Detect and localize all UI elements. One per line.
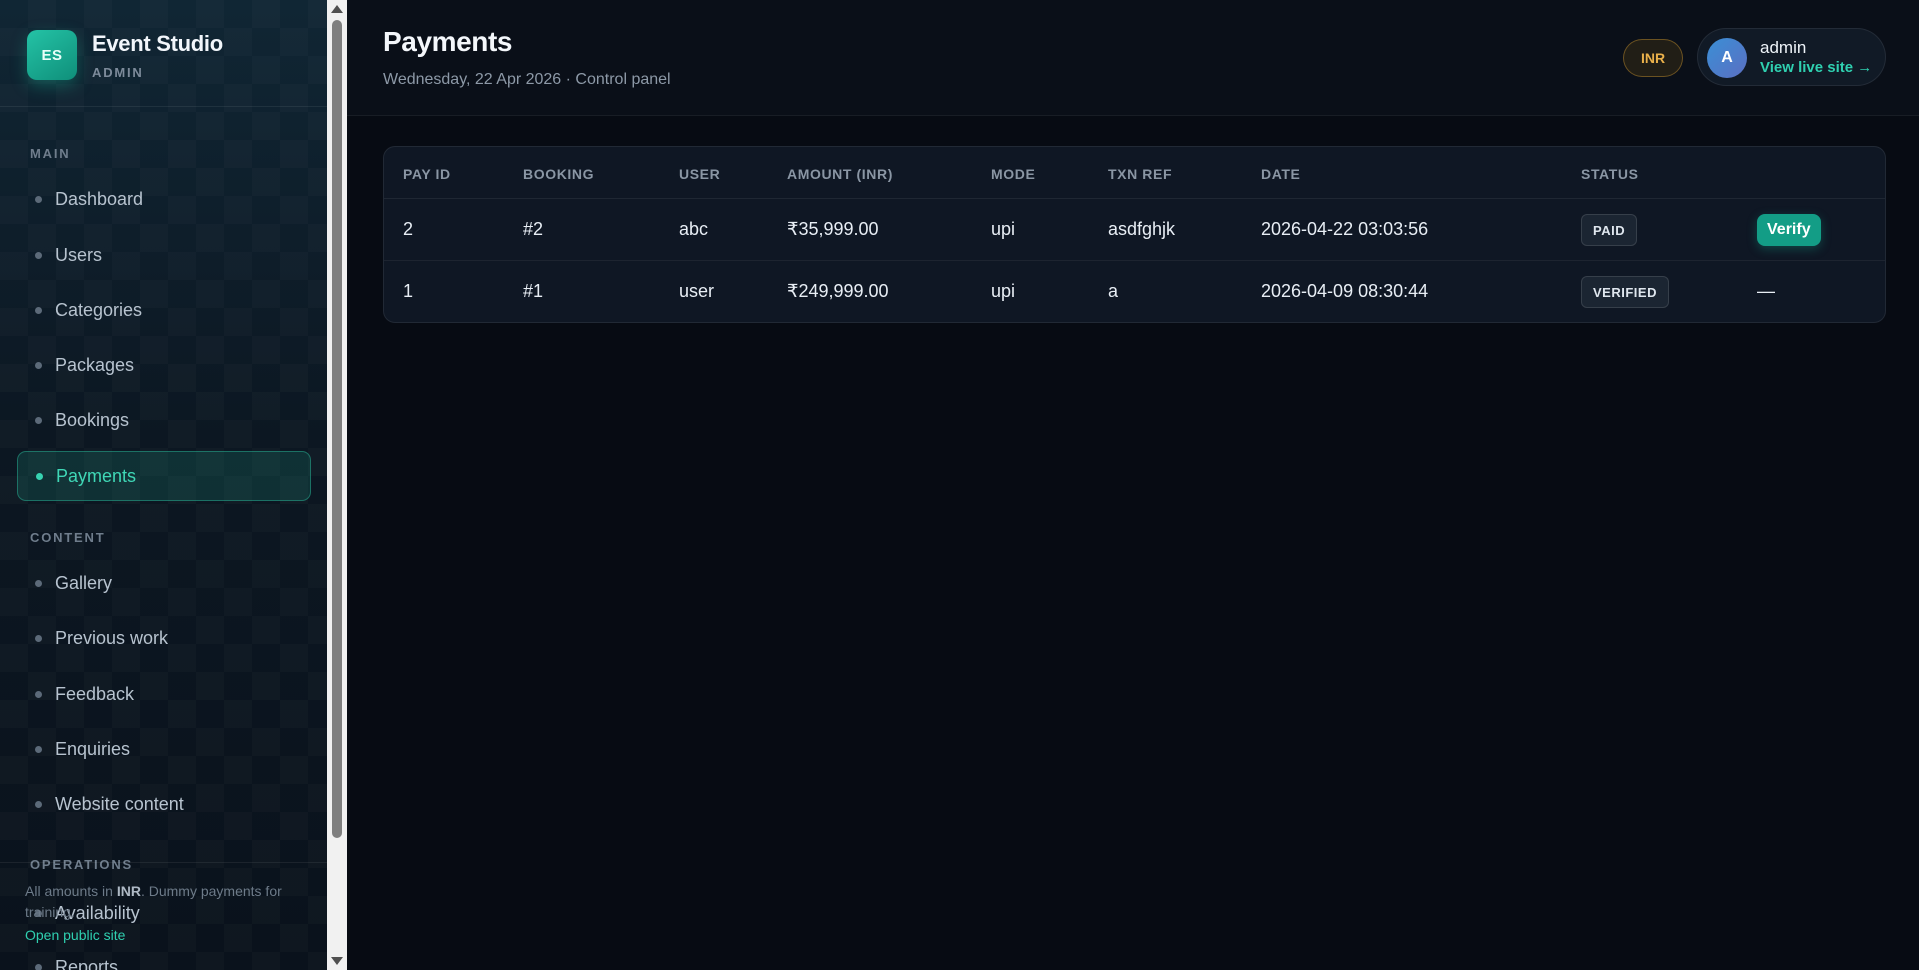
sidebar-item-website-content[interactable]: Website content bbox=[17, 779, 311, 829]
table-header: PAY ID BOOKING USER AMOUNT (INR) MODE TX… bbox=[384, 147, 1885, 199]
cell-amount: ₹249,999.00 bbox=[787, 281, 889, 301]
sidebar-item-label: Payments bbox=[56, 465, 137, 486]
sidebar-item-users[interactable]: Users bbox=[17, 230, 311, 280]
status-badge: VERIFIED bbox=[1581, 276, 1669, 308]
sidebar-item-payments[interactable]: Payments bbox=[17, 451, 311, 501]
sidebar-item-label: Gallery bbox=[55, 572, 113, 593]
scroll-thumb[interactable] bbox=[332, 20, 342, 838]
sidebar: ES Event Studio ADMIN MAIN Dashboard Use… bbox=[0, 0, 327, 970]
bullet-icon bbox=[36, 472, 43, 480]
cell-txn-ref: a bbox=[1108, 281, 1119, 301]
verify-button[interactable]: Verify bbox=[1757, 214, 1821, 246]
cell-pay-id: 2 bbox=[403, 219, 414, 239]
footer-note-prefix: All amounts in bbox=[25, 883, 117, 899]
bullet-icon bbox=[35, 251, 42, 259]
page-title: Payments bbox=[383, 26, 513, 57]
currency-badge: INR bbox=[1623, 39, 1683, 77]
cell-booking: #2 bbox=[523, 219, 544, 239]
cell-amount: ₹35,999.00 bbox=[787, 219, 879, 239]
sidebar-scrollbar[interactable] bbox=[327, 0, 347, 970]
open-public-site-link[interactable]: Open public site bbox=[25, 927, 125, 943]
column-header-mode: MODE bbox=[991, 166, 1036, 182]
sidebar-item-dashboard[interactable]: Dashboard bbox=[17, 174, 311, 224]
column-header-pay-id: PAY ID bbox=[403, 166, 451, 182]
sidebar-item-label: Bookings bbox=[55, 409, 130, 430]
sidebar-item-label: Previous work bbox=[55, 627, 169, 648]
brand-header: ES Event Studio ADMIN bbox=[0, 0, 327, 107]
view-live-site-link[interactable]: View live site → bbox=[1760, 59, 1872, 76]
user-chip[interactable]: A admin View live site → bbox=[1697, 28, 1886, 86]
brand-logo[interactable]: ES bbox=[27, 30, 77, 80]
cell-txn-ref: asdfghjk bbox=[1108, 219, 1176, 239]
bullet-icon bbox=[35, 800, 42, 808]
table-row: 2 #2 abc ₹35,999.00 upi asdfghjk 2026-04… bbox=[384, 199, 1885, 261]
payments-table: PAY ID BOOKING USER AMOUNT (INR) MODE TX… bbox=[383, 146, 1886, 323]
brand-subtitle: ADMIN bbox=[92, 65, 144, 80]
main-content: Payments Wednesday, 22 Apr 2026 · Contro… bbox=[347, 0, 1919, 970]
sidebar-item-categories[interactable]: Categories bbox=[17, 285, 311, 335]
sidebar-footer: All amounts in INR. Dummy payments for t… bbox=[0, 862, 327, 970]
sidebar-item-bookings[interactable]: Bookings bbox=[17, 395, 311, 445]
sidebar-item-label: Categories bbox=[55, 299, 143, 320]
brand-name: Event Studio bbox=[92, 31, 223, 56]
sidebar-item-label: Users bbox=[55, 244, 103, 265]
scroll-down-arrow-icon[interactable] bbox=[331, 957, 343, 965]
column-header-date: DATE bbox=[1261, 166, 1301, 182]
cell-user: abc bbox=[679, 219, 709, 239]
sidebar-item-label: Enquiries bbox=[55, 738, 131, 759]
sidebar-item-feedback[interactable]: Feedback bbox=[17, 669, 311, 719]
bullet-icon bbox=[35, 416, 42, 424]
column-header-txn-ref: TXN REF bbox=[1108, 166, 1173, 182]
sidebar-item-label: Dashboard bbox=[55, 188, 144, 209]
footer-note: All amounts in INR. Dummy payments for t… bbox=[25, 881, 310, 923]
column-header-booking: BOOKING bbox=[523, 166, 595, 182]
cell-user: user bbox=[679, 281, 715, 301]
table-row: 1 #1 user ₹249,999.00 upi a 2026-04-09 0… bbox=[384, 261, 1885, 322]
sidebar-item-enquiries[interactable]: Enquiries bbox=[17, 724, 311, 774]
cell-date: 2026-04-22 03:03:56 bbox=[1261, 219, 1429, 239]
bullet-icon bbox=[35, 579, 42, 587]
scroll-up-arrow-icon[interactable] bbox=[331, 5, 343, 13]
bullet-icon bbox=[35, 745, 42, 753]
sidebar-item-label: Website content bbox=[55, 793, 184, 814]
cell-pay-id: 1 bbox=[403, 281, 414, 301]
nav-section-content: CONTENT bbox=[30, 530, 106, 545]
column-header-user: USER bbox=[679, 166, 721, 182]
sidebar-item-label: Packages bbox=[55, 354, 135, 375]
bullet-icon bbox=[35, 361, 42, 369]
sidebar-item-previous-work[interactable]: Previous work bbox=[17, 613, 311, 663]
bullet-icon bbox=[35, 306, 42, 314]
user-name: admin bbox=[1760, 38, 1807, 57]
no-action-placeholder: — bbox=[1757, 281, 1775, 301]
nav-section-main: MAIN bbox=[30, 146, 71, 161]
cell-booking: #1 bbox=[523, 281, 544, 301]
status-badge: PAID bbox=[1581, 214, 1638, 246]
cell-mode: upi bbox=[991, 219, 1016, 239]
sidebar-item-gallery[interactable]: Gallery bbox=[17, 558, 311, 608]
page-subtitle: Wednesday, 22 Apr 2026 · Control panel bbox=[383, 71, 671, 88]
sidebar-item-label: Feedback bbox=[55, 683, 135, 704]
avatar: A bbox=[1707, 38, 1747, 78]
footer-note-currency: INR bbox=[116, 883, 141, 899]
column-header-status: STATUS bbox=[1581, 166, 1639, 182]
column-header-amount: AMOUNT (INR) bbox=[787, 166, 893, 182]
cell-date: 2026-04-09 08:30:44 bbox=[1261, 281, 1429, 301]
topbar: Payments Wednesday, 22 Apr 2026 · Contro… bbox=[347, 0, 1919, 116]
bullet-icon bbox=[35, 690, 42, 698]
bullet-icon bbox=[35, 634, 42, 642]
sidebar-item-packages[interactable]: Packages bbox=[17, 340, 311, 390]
cell-mode: upi bbox=[991, 281, 1016, 301]
bullet-icon bbox=[35, 195, 42, 203]
